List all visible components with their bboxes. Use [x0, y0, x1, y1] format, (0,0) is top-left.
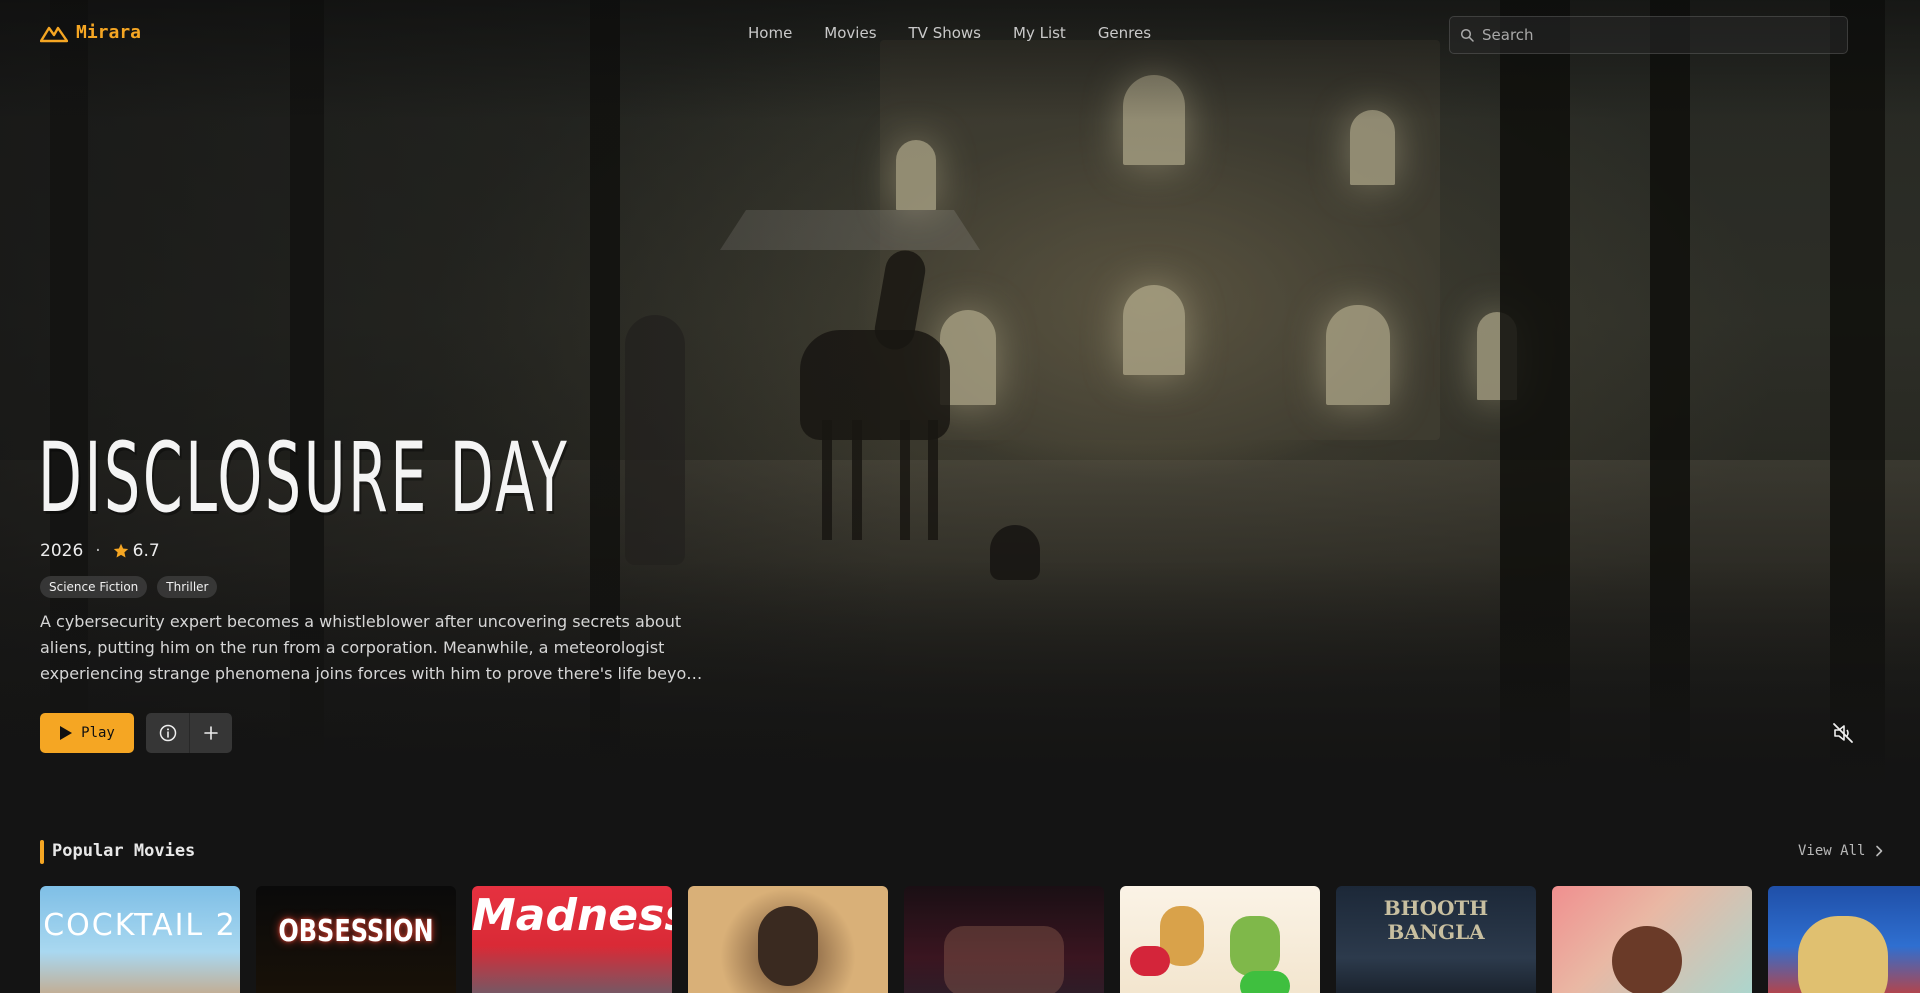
search-box[interactable] — [1449, 16, 1848, 54]
poster-bhooth-bangla[interactable]: BHOOTH BANGLA — [1336, 886, 1536, 993]
meta-separator: · — [95, 541, 101, 561]
nav-movies[interactable]: Movies — [824, 24, 876, 42]
poster-9[interactable] — [1768, 886, 1920, 993]
row-accent-bar — [40, 840, 44, 864]
volume-mute-icon[interactable] — [1832, 722, 1854, 744]
poster-obsession[interactable]: OBSESSION — [256, 886, 456, 993]
genre-chip[interactable]: Thriller — [157, 576, 218, 598]
nav-my-list[interactable]: My List — [1013, 24, 1066, 42]
top-nav: Mirara Home Movies TV Shows My List Genr… — [0, 0, 1920, 70]
hero-year: 2026 — [40, 541, 84, 561]
backdrop-deer-leg — [928, 420, 938, 540]
poster-title: Madness — [472, 890, 672, 941]
backdrop-window — [1350, 110, 1395, 185]
play-button[interactable]: Play — [40, 713, 134, 753]
poster-character — [1130, 946, 1170, 976]
poster-figure — [758, 906, 818, 986]
brand-logo[interactable]: Mirara — [40, 22, 141, 43]
nav-tv-shows[interactable]: TV Shows — [909, 24, 981, 42]
hero-meta: 2026 · 6.7 — [40, 541, 160, 561]
poster-row: COCKTAIL 2 OBSESSION Madness BHOOTH BANG… — [40, 886, 1920, 993]
row-header: Popular Movies View All — [40, 840, 1890, 864]
search-input[interactable] — [1482, 26, 1822, 44]
view-all-link[interactable]: View All — [1798, 843, 1885, 859]
chevron-right-icon — [1876, 845, 1883, 857]
poster-4[interactable] — [688, 886, 888, 993]
hero-genres: Science Fiction Thriller — [40, 576, 218, 598]
rating-value: 6.7 — [132, 541, 160, 561]
poster-title: COCKTAIL 2 — [43, 908, 237, 943]
poster-madness[interactable]: Madness — [472, 886, 672, 993]
view-all-label: View All — [1798, 843, 1866, 859]
plus-icon — [204, 726, 218, 740]
hero-rating: 6.7 — [113, 541, 160, 561]
star-icon — [113, 543, 128, 558]
poster-5[interactable] — [904, 886, 1104, 993]
hero-title: DISCLOSURE DAY — [38, 422, 570, 534]
search-icon — [1460, 28, 1474, 42]
poster-figure — [1612, 926, 1682, 993]
poster-figures — [944, 926, 1064, 993]
genre-chip[interactable]: Science Fiction — [40, 576, 148, 598]
hero-actions: Play — [40, 713, 232, 753]
nav-links: Home Movies TV Shows My List Genres — [748, 24, 1151, 42]
backdrop-window — [896, 140, 936, 210]
play-icon — [60, 726, 73, 740]
nav-genres[interactable]: Genres — [1098, 24, 1151, 42]
info-button[interactable] — [146, 713, 189, 753]
add-to-list-button[interactable] — [189, 713, 232, 753]
poster-8[interactable] — [1552, 886, 1752, 993]
poster-cocktail-2[interactable]: COCKTAIL 2 — [40, 886, 240, 993]
backdrop-window — [1326, 305, 1390, 405]
brand-name: Mirara — [76, 22, 142, 43]
poster-figure — [1798, 916, 1888, 993]
backdrop-deer-leg — [900, 420, 910, 540]
poster-toy-story[interactable] — [1120, 886, 1320, 993]
poster-character — [1230, 916, 1280, 976]
logo-icon — [40, 26, 68, 42]
poster-title: BHOOTH BANGLA — [1383, 896, 1489, 944]
poster-title: OBSESSION — [278, 914, 434, 949]
info-icon — [159, 724, 176, 742]
play-label: Play — [81, 725, 115, 741]
backdrop-window — [1123, 285, 1185, 375]
poster-character — [1240, 971, 1290, 993]
nav-home[interactable]: Home — [748, 24, 792, 42]
row-title: Popular Movies — [52, 841, 196, 861]
secondary-actions — [146, 713, 232, 753]
hero-overview: A cybersecurity expert becomes a whistle… — [40, 612, 703, 683]
